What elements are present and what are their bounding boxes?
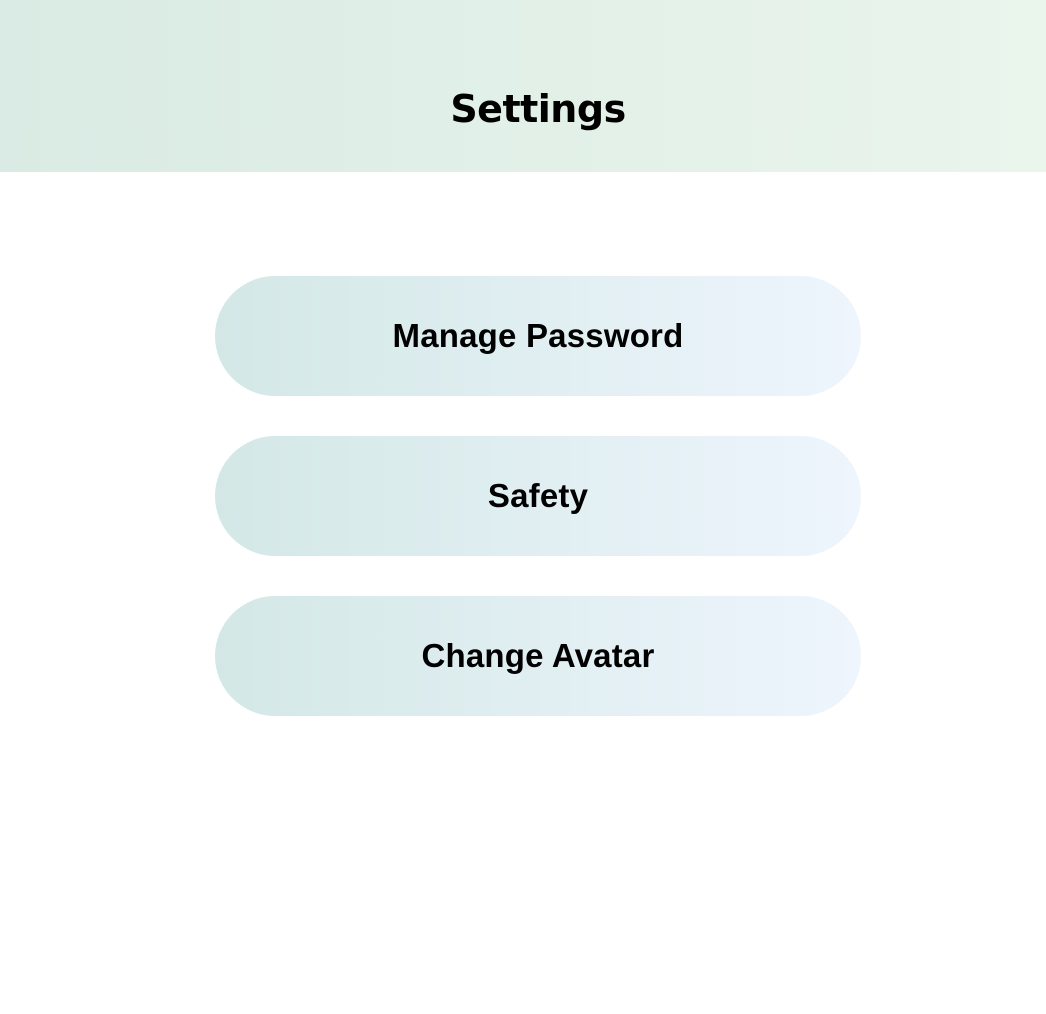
- safety-button[interactable]: Safety: [215, 436, 861, 556]
- header: Settings: [0, 0, 1046, 172]
- manage-password-label: Manage Password: [392, 317, 684, 354]
- change-avatar-label: Change Avatar: [421, 637, 655, 674]
- change-avatar-button[interactable]: Change Avatar: [215, 596, 861, 716]
- page-title: Settings: [450, 87, 626, 131]
- safety-label: Safety: [487, 477, 589, 514]
- settings-menu: Manage Password Safety Change Avatar: [215, 276, 861, 756]
- manage-password-button[interactable]: Manage Password: [215, 276, 861, 396]
